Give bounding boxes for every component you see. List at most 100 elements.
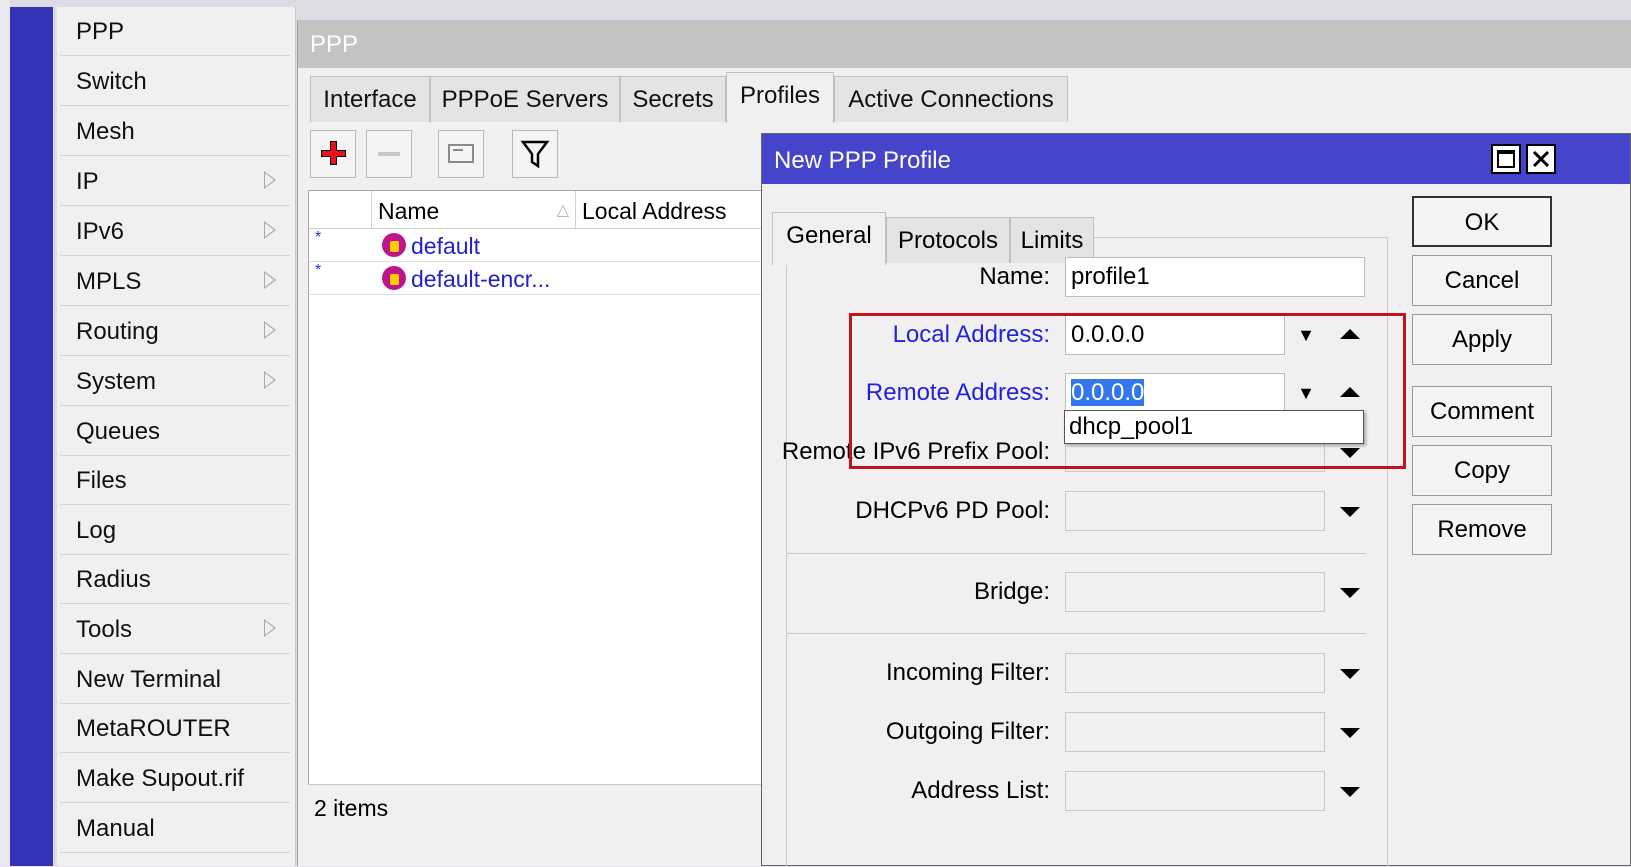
close-icon <box>1532 150 1550 168</box>
filter-button[interactable] <box>512 130 558 178</box>
menu-item-label: Files <box>76 467 127 494</box>
menu-item-label: IP <box>76 168 99 195</box>
menu-item-label: MPLS <box>76 268 142 295</box>
menu-item-label: Mesh <box>76 118 135 145</box>
bridge-field[interactable] <box>1065 572 1325 612</box>
main-menu: PPP Switch Mesh IP IPv6 MPLS Routing Sys… <box>57 7 296 866</box>
cancel-button[interactable]: Cancel <box>1412 255 1552 306</box>
add-button[interactable] <box>310 130 356 178</box>
remote-ipv6-prefix-pool-label: Remote IPv6 Prefix Pool: <box>781 438 1050 465</box>
menu-item-switch[interactable]: Switch <box>60 57 290 106</box>
name-field[interactable]: profile1 <box>1065 257 1365 297</box>
close-button[interactable] <box>1526 144 1556 174</box>
menu-item-label: PPP <box>76 18 125 45</box>
maximize-button[interactable] <box>1491 144 1521 174</box>
collapse-button[interactable] <box>1332 375 1364 411</box>
dropdown-button[interactable] <box>1332 574 1364 610</box>
profile-icon <box>382 233 406 257</box>
menu-item-mesh[interactable]: Mesh <box>60 107 290 156</box>
profiles-table: Name △ Local Address * default * default… <box>308 190 769 830</box>
tab-profiles[interactable]: Profiles <box>726 72 834 123</box>
new-ppp-profile-dialog: New PPP Profile General Protocols Limits… <box>761 133 1631 867</box>
tab-active-connections[interactable]: Active Connections <box>834 76 1068 122</box>
separator <box>786 553 1366 554</box>
dhcpv6-pd-pool-field[interactable] <box>1065 491 1325 531</box>
menu-item-files[interactable]: Files <box>60 456 290 505</box>
selected-text: 0.0.0.0 <box>1071 379 1145 406</box>
column-header-flags[interactable] <box>309 191 372 229</box>
menu-item-label: Radius <box>76 566 151 593</box>
profile-name: default-encr... <box>411 266 551 292</box>
menu-item-new-terminal[interactable]: New Terminal <box>60 655 290 704</box>
menu-item-metarouter[interactable]: MetaROUTER <box>60 704 290 753</box>
remove-icon <box>378 152 400 156</box>
menu-item-label: Make Supout.rif <box>76 765 245 792</box>
winbox-side-bar <box>10 7 53 866</box>
dhcpv6-pd-pool-label: DHCPv6 PD Pool: <box>855 497 1050 524</box>
copy-button[interactable]: Copy <box>1412 445 1552 496</box>
filter-icon <box>520 140 550 169</box>
dropdown-button[interactable] <box>1332 714 1364 750</box>
menu-item-ipv6[interactable]: IPv6 <box>60 207 290 256</box>
comment-icon <box>448 144 474 163</box>
default-flag: * <box>315 262 322 279</box>
menu-item-routing[interactable]: Routing <box>60 307 290 356</box>
remote-address-label: Remote Address: <box>865 379 1050 406</box>
menu-item-label: Routing <box>76 318 159 345</box>
comment-button[interactable] <box>438 130 484 178</box>
remove-field-icon: ▼ <box>1297 383 1315 403</box>
tab-pppoe-servers[interactable]: PPPoE Servers <box>430 76 620 122</box>
collapse-button[interactable] <box>1332 317 1364 353</box>
menu-item-log[interactable]: Log <box>60 506 290 555</box>
menu-item-radius[interactable]: Radius <box>60 555 290 604</box>
column-header-label: Name <box>378 198 440 224</box>
name-label: Name: <box>979 263 1050 290</box>
menu-item-system[interactable]: System <box>60 357 290 406</box>
apply-button[interactable]: Apply <box>1412 314 1552 365</box>
address-list-label: Address List: <box>911 777 1050 804</box>
remove-button[interactable] <box>366 130 412 178</box>
tab-secrets[interactable]: Secrets <box>620 76 726 122</box>
remove-field-button[interactable]: ▼ <box>1290 375 1322 411</box>
remove-field-button[interactable]: ▼ <box>1290 317 1322 353</box>
outgoing-filter-label: Outgoing Filter: <box>885 718 1050 745</box>
profile-icon <box>382 266 406 290</box>
submenu-arrow-icon <box>264 171 276 189</box>
menu-item-ip[interactable]: IP <box>60 157 290 206</box>
table-row[interactable]: * default <box>309 229 769 262</box>
submenu-arrow-icon <box>264 619 276 637</box>
column-header-name[interactable]: Name △ <box>372 191 576 229</box>
address-list-field[interactable] <box>1065 771 1325 811</box>
incoming-filter-label: Incoming Filter: <box>885 659 1050 686</box>
menu-item-ppp[interactable]: PPP <box>60 7 290 56</box>
address-pool-dropdown-option[interactable]: dhcp_pool1 <box>1064 410 1364 444</box>
menu-item-queues[interactable]: Queues <box>60 407 290 456</box>
dropdown-button[interactable] <box>1332 773 1364 809</box>
column-header-local-address[interactable]: Local Address <box>576 191 769 229</box>
ok-button[interactable]: OK <box>1412 196 1552 247</box>
menu-item-mpls[interactable]: MPLS <box>60 257 290 306</box>
default-flag: * <box>315 229 322 246</box>
profile-name: default <box>411 233 481 259</box>
add-icon <box>321 141 346 165</box>
table-row[interactable]: * default-encr... <box>309 262 769 295</box>
comment-button[interactable]: Comment <box>1412 386 1552 437</box>
outgoing-filter-field[interactable] <box>1065 712 1325 752</box>
separator <box>786 633 1366 634</box>
menu-item-tools[interactable]: Tools <box>60 605 290 654</box>
remove-profile-button[interactable]: Remove <box>1412 504 1552 555</box>
maximize-icon <box>1497 150 1515 168</box>
menu-item-label: Manual <box>76 815 155 842</box>
sort-ascending-icon: △ <box>556 202 569 219</box>
tab-interface[interactable]: Interface <box>310 76 430 122</box>
menu-item-make-supout[interactable]: Make Supout.rif <box>60 754 290 803</box>
dropdown-button[interactable] <box>1332 493 1364 529</box>
dropdown-button[interactable] <box>1332 655 1364 691</box>
submenu-arrow-icon <box>264 271 276 289</box>
remote-address-field[interactable]: 0.0.0.0 <box>1065 373 1285 413</box>
incoming-filter-field[interactable] <box>1065 653 1325 693</box>
local-address-field[interactable]: 0.0.0.0 <box>1065 315 1285 355</box>
menu-item-label: Switch <box>76 68 147 95</box>
menu-item-label: System <box>76 368 157 395</box>
menu-item-manual[interactable]: Manual <box>60 804 290 853</box>
